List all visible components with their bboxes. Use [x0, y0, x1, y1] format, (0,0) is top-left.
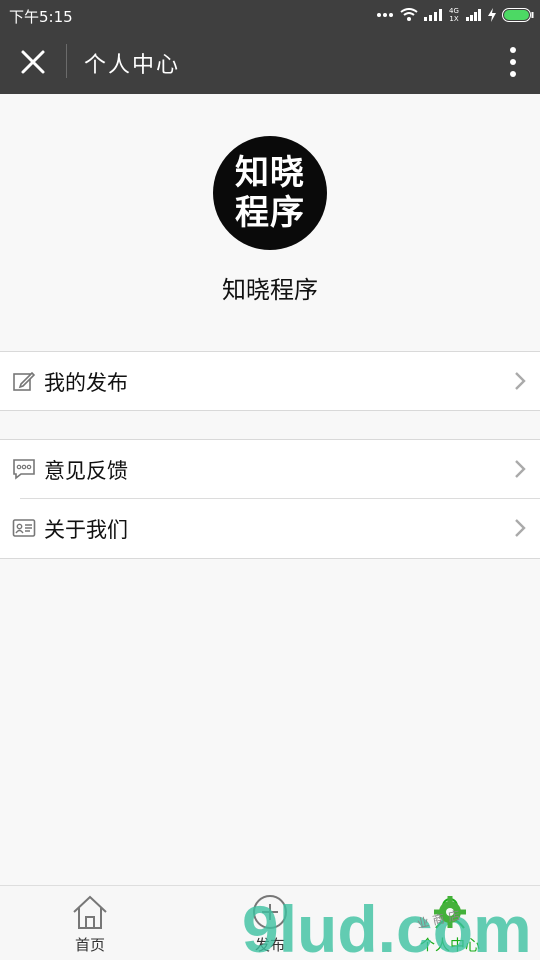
- nav-bar: 个人中心: [0, 30, 540, 94]
- signal-icon-2: [466, 9, 481, 21]
- menu-label-about: 关于我们: [44, 518, 128, 542]
- page-title: 个人中心: [84, 53, 181, 78]
- edit-icon: [13, 371, 36, 391]
- network-type: 4G 1X: [449, 7, 459, 23]
- id-card-icon: [12, 519, 36, 537]
- avatar-text-line1: 知晓: [235, 153, 305, 193]
- menu-item-my-posts[interactable]: 我的发布: [0, 352, 540, 411]
- status-icons: 4G 1X: [376, 4, 534, 26]
- avatar[interactable]: 知晓 程序: [213, 136, 327, 250]
- profile-section: 知晓 程序 知晓程序: [0, 94, 540, 351]
- battery-icon: [502, 8, 534, 22]
- tab-profile[interactable]: 个人中心: [360, 886, 540, 960]
- tab-publish[interactable]: 发布: [180, 886, 360, 960]
- chevron-right-icon: [515, 372, 526, 390]
- charging-icon: [488, 8, 496, 22]
- menu-label-my-posts: 我的发布: [44, 371, 128, 395]
- home-icon: [73, 895, 107, 929]
- chevron-right-icon: [515, 519, 526, 537]
- wifi-icon: [400, 8, 418, 21]
- profile-icon: [435, 898, 465, 929]
- tab-bar: 首页 发布 个人中心: [0, 885, 540, 960]
- nav-divider: [66, 44, 67, 78]
- more-dots-icon: [377, 13, 393, 17]
- tab-home[interactable]: 首页: [0, 886, 180, 960]
- tab-label-profile: 个人中心: [419, 936, 480, 954]
- publish-icon: [253, 895, 287, 929]
- chat-bubble-icon: [13, 459, 35, 480]
- user-name: 知晓程序: [222, 276, 318, 304]
- menu-item-feedback[interactable]: 意见反馈: [0, 440, 540, 499]
- avatar-text-line2: 程序: [235, 193, 305, 233]
- close-icon[interactable]: [16, 45, 50, 79]
- menu-item-about[interactable]: 关于我们: [0, 499, 540, 559]
- status-bar: 下午5:15 4G 1X: [0, 0, 540, 30]
- more-vertical-icon[interactable]: [506, 44, 520, 80]
- signal-icon: [424, 9, 442, 21]
- menu-label-feedback: 意见反馈: [44, 459, 128, 483]
- tab-label-home: 首页: [74, 936, 105, 954]
- menu-group-info: 意见反馈 关于我们: [0, 439, 540, 559]
- chevron-right-icon: [515, 460, 526, 478]
- menu-group-posts: 我的发布: [0, 351, 540, 411]
- tab-label-publish: 发布: [254, 936, 285, 954]
- status-time: 下午5:15: [9, 8, 73, 26]
